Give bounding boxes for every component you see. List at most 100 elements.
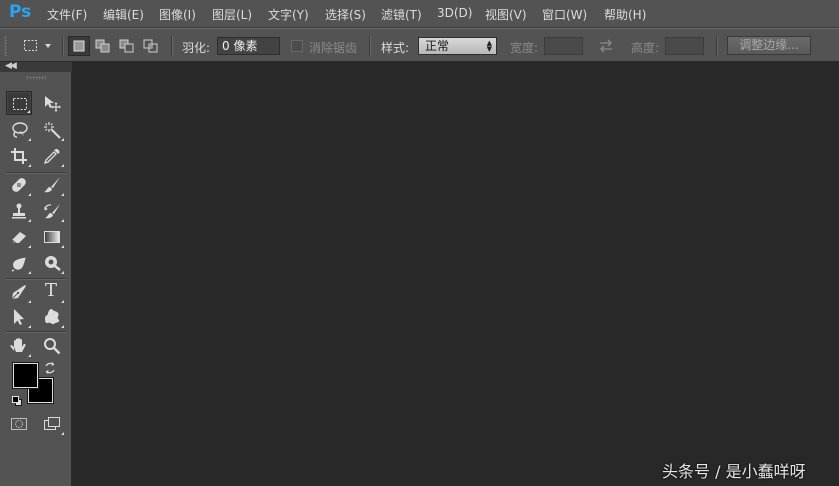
hand-tool[interactable] bbox=[6, 334, 32, 358]
options-bar: 羽化: 0 像素 消除锯齿 样式: 正常 ▲ ▼ 宽度: 高度: 调整边缘... bbox=[0, 28, 839, 62]
brush-icon bbox=[44, 177, 60, 193]
toolbox-separator bbox=[6, 331, 66, 332]
hand-icon bbox=[10, 338, 26, 352]
eraser-tool[interactable] bbox=[6, 225, 32, 249]
tool-flyout-indicator bbox=[61, 138, 64, 141]
brush-tool[interactable] bbox=[39, 173, 65, 197]
spot-healing-brush-tool[interactable] bbox=[6, 173, 32, 197]
menu-bar: Ps 文件(F) 编辑(E) 图像(I) 图层(L) 文字(Y) 选择(S) 滤… bbox=[0, 0, 839, 28]
width-input[interactable] bbox=[544, 37, 583, 55]
menu-edit[interactable]: 编辑(E) bbox=[103, 6, 144, 23]
tool-flyout-indicator bbox=[28, 138, 31, 141]
eyedropper-tool[interactable] bbox=[39, 144, 65, 168]
intersect-selection-button[interactable] bbox=[141, 37, 161, 55]
menu-view[interactable]: 视图(V) bbox=[485, 6, 527, 23]
pen-icon bbox=[11, 285, 26, 300]
collapse-arrows-icon[interactable]: ◀◀ bbox=[5, 61, 17, 71]
history-brush-icon bbox=[44, 204, 60, 219]
path-selection-tool[interactable] bbox=[6, 305, 32, 329]
magic-wand-icon bbox=[44, 122, 61, 139]
pen-tool[interactable] bbox=[6, 280, 32, 304]
tool-flyout-indicator bbox=[61, 271, 64, 274]
menu-file[interactable]: 文件(F) bbox=[47, 6, 87, 23]
tool-flyout-indicator bbox=[28, 300, 31, 303]
menu-help[interactable]: 帮助(H) bbox=[604, 6, 646, 23]
rectangular-marquee-tool[interactable] bbox=[6, 91, 32, 115]
tool-flyout-indicator bbox=[61, 193, 64, 196]
lasso-icon bbox=[12, 122, 28, 138]
custom-shape-tool[interactable] bbox=[39, 305, 65, 329]
height-input[interactable] bbox=[665, 37, 704, 55]
antialias-label: 消除锯齿 bbox=[309, 41, 358, 55]
custom-shape-icon bbox=[45, 309, 60, 325]
tool-flyout-indicator bbox=[61, 245, 64, 248]
refine-edge-button[interactable]: 调整边缘... bbox=[727, 36, 811, 55]
menu-type[interactable]: 文字(Y) bbox=[268, 6, 309, 23]
type-tool[interactable]: T bbox=[39, 280, 65, 304]
swap-width-height-button[interactable] bbox=[597, 38, 615, 54]
add-to-selection-button[interactable] bbox=[93, 37, 113, 55]
magic-wand-tool[interactable] bbox=[39, 118, 65, 142]
tool-flyout-indicator bbox=[27, 110, 30, 113]
history-brush-tool[interactable] bbox=[39, 199, 65, 223]
intersect-selection-icon bbox=[143, 39, 158, 53]
tool-flyout-indicator bbox=[28, 245, 31, 248]
tool-flyout-indicator bbox=[28, 271, 31, 274]
tool-flyout-indicator bbox=[28, 193, 31, 196]
default-colors-button[interactable] bbox=[11, 395, 23, 407]
separator bbox=[171, 36, 172, 56]
eyedropper-icon bbox=[43, 148, 60, 165]
screen-mode-button[interactable] bbox=[39, 412, 65, 436]
document-workspace[interactable] bbox=[73, 62, 839, 486]
tool-flyout-indicator bbox=[28, 164, 31, 167]
menu-select[interactable]: 选择(S) bbox=[325, 6, 366, 23]
type-icon: T bbox=[45, 280, 58, 301]
menu-window[interactable]: 窗口(W) bbox=[542, 6, 587, 23]
stamp-icon bbox=[12, 203, 26, 219]
height-label: 高度: bbox=[631, 41, 660, 55]
quick-mask-icon bbox=[11, 418, 27, 430]
foreground-color-swatch[interactable] bbox=[13, 363, 38, 388]
options-bar-grip[interactable] bbox=[4, 36, 7, 56]
dodge-icon bbox=[45, 256, 61, 271]
subtract-from-selection-button[interactable] bbox=[117, 37, 137, 55]
width-label: 宽度: bbox=[510, 41, 539, 55]
subtract-selection-icon bbox=[119, 39, 134, 53]
arrow-cursor-icon bbox=[14, 309, 24, 325]
tool-flyout-indicator bbox=[61, 300, 64, 303]
menu-layer[interactable]: 图层(L) bbox=[212, 6, 252, 23]
antialias-checkbox[interactable] bbox=[291, 40, 303, 52]
tool-flyout-indicator bbox=[61, 432, 64, 435]
toolbox-grip[interactable] bbox=[26, 76, 46, 80]
select-arrows-icon: ▲ ▼ bbox=[486, 39, 492, 53]
zoom-tool[interactable] bbox=[39, 334, 65, 358]
blur-tool[interactable] bbox=[6, 251, 32, 275]
style-select[interactable]: 正常 ▲ ▼ bbox=[418, 37, 497, 55]
feather-input[interactable]: 0 像素 bbox=[217, 37, 280, 55]
menu-3d[interactable]: 3D(D) bbox=[437, 6, 472, 20]
drop-icon bbox=[11, 257, 26, 272]
crop-icon bbox=[11, 148, 27, 164]
new-selection-button[interactable] bbox=[68, 36, 90, 56]
quick-mask-button[interactable] bbox=[6, 412, 32, 436]
feather-label: 羽化: bbox=[182, 41, 211, 55]
lasso-tool[interactable] bbox=[6, 118, 32, 142]
toolbox-separator bbox=[6, 278, 66, 279]
swap-colors-button[interactable] bbox=[43, 361, 57, 375]
default-colors-icon bbox=[12, 396, 22, 406]
menu-image[interactable]: 图像(I) bbox=[159, 6, 196, 23]
move-tool[interactable] bbox=[39, 91, 65, 115]
gradient-tool[interactable] bbox=[39, 225, 65, 249]
toolbox-header[interactable]: ◀◀ bbox=[0, 61, 72, 72]
magnifier-icon bbox=[44, 338, 61, 355]
tool-flyout-indicator bbox=[61, 325, 64, 328]
separator bbox=[369, 36, 370, 56]
clone-stamp-tool[interactable] bbox=[6, 199, 32, 223]
dodge-tool[interactable] bbox=[39, 251, 65, 275]
crop-tool[interactable] bbox=[6, 144, 32, 168]
photoshop-logo[interactable]: Ps bbox=[9, 2, 31, 22]
menu-filter[interactable]: 滤镜(T) bbox=[381, 6, 422, 23]
tool-preset-picker[interactable] bbox=[22, 38, 52, 54]
eraser-icon bbox=[11, 232, 26, 244]
bandage-icon bbox=[12, 178, 26, 192]
